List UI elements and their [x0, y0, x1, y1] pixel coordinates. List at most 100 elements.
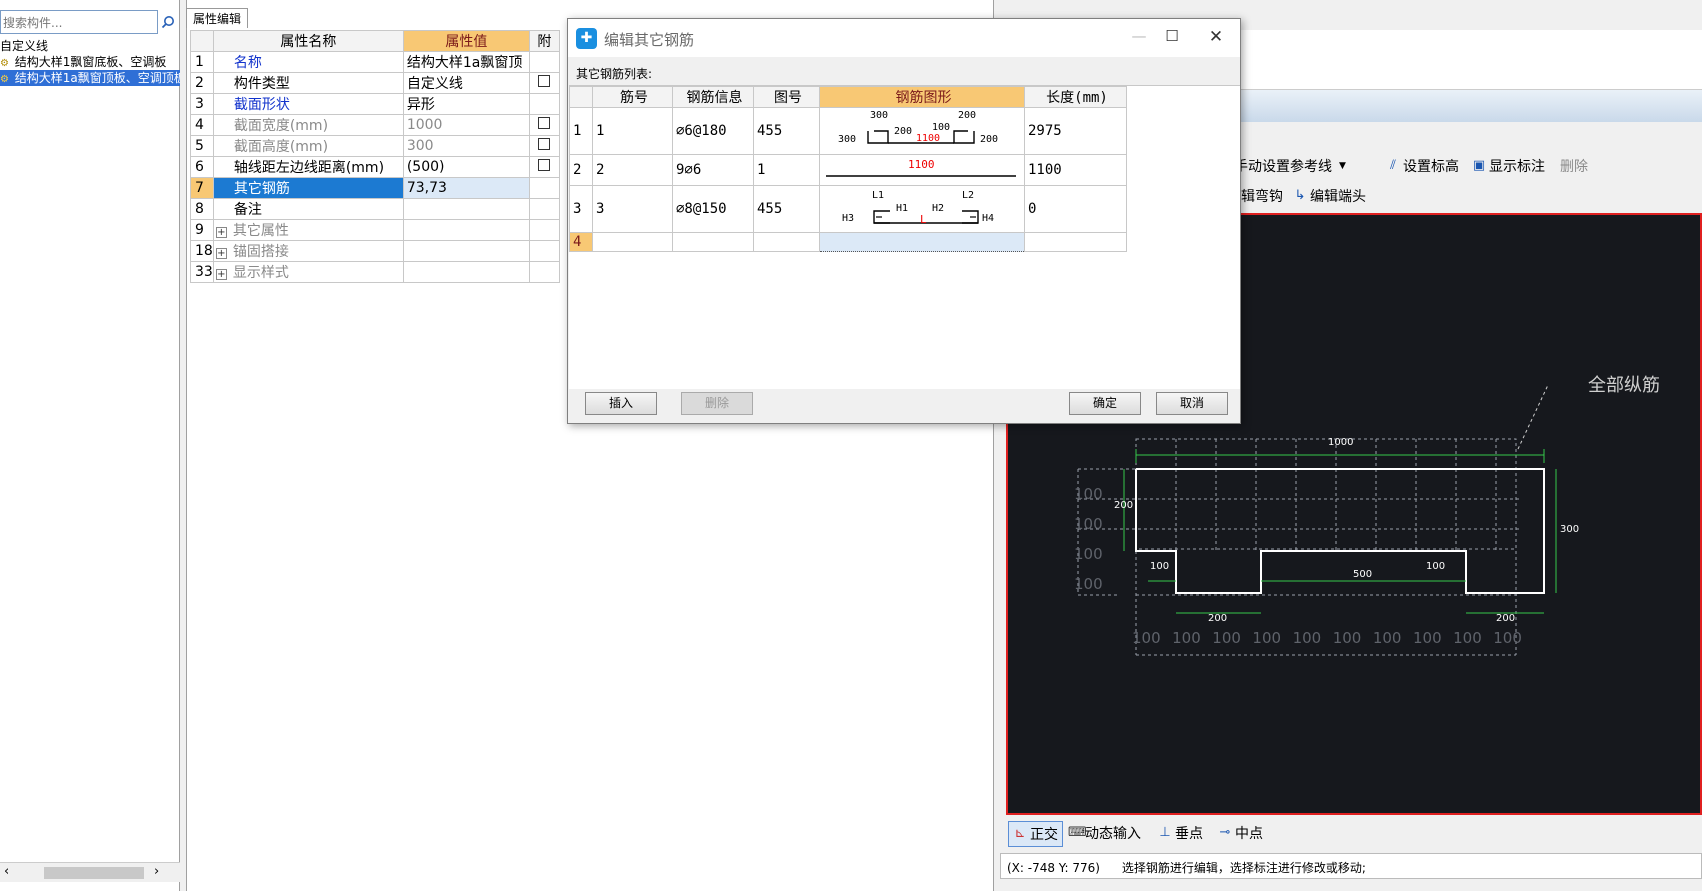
- property-name-cell[interactable]: 构件类型: [212, 72, 404, 94]
- dim-mid-label[interactable]: 500: [1353, 569, 1372, 580]
- search-input[interactable]: 搜索构件...: [0, 10, 158, 34]
- fig-no-cell[interactable]: 455: [753, 185, 820, 233]
- property-name-cell[interactable]: 其它钢筋: [212, 177, 404, 199]
- tree-item-1[interactable]: ⚙ 结构大样1飘窗底板、空调板: [0, 54, 180, 70]
- property-row[interactable]: 33 + 显示样式: [190, 261, 560, 283]
- property-value-cell[interactable]: [402, 219, 530, 241]
- property-name-cell[interactable]: 备注: [212, 198, 404, 220]
- close-icon[interactable]: ✕: [1201, 27, 1231, 47]
- property-name-cell[interactable]: + 其它属性: [212, 219, 404, 241]
- expand-icon[interactable]: +: [215, 269, 227, 280]
- show-dimension-button[interactable]: ▣ 显示标注: [1472, 156, 1545, 176]
- property-value-cell[interactable]: 1000: [402, 114, 530, 136]
- rebar-row[interactable]: 2 2 9⌀6 1 1100 1100: [569, 154, 1127, 186]
- manual-ref-line-button[interactable]: 手动设置参考线 ▼: [1234, 156, 1346, 176]
- edit-hook-button[interactable]: 辑弯钩: [1241, 186, 1283, 206]
- ortho-toggle[interactable]: ⊾ 正交: [1008, 821, 1063, 847]
- bar-info-cell[interactable]: ⌀6@180: [672, 107, 754, 155]
- property-name-cell[interactable]: 截面高度(mm): [212, 135, 404, 157]
- bar-no-cell[interactable]: [592, 232, 673, 252]
- property-name-cell[interactable]: 截面宽度(mm): [212, 114, 404, 136]
- fig-no-cell[interactable]: [753, 232, 820, 252]
- bar-no-cell[interactable]: 1: [592, 107, 673, 155]
- delete-button[interactable]: 删除: [1560, 156, 1588, 176]
- property-value-cell[interactable]: [402, 198, 530, 220]
- scroll-left-icon[interactable]: ‹: [4, 864, 9, 879]
- bar-info-cell[interactable]: ⌀8@150: [672, 185, 754, 233]
- property-name-cell[interactable]: 截面形状: [212, 93, 404, 115]
- all-long-bars-label[interactable]: 全部纵筋: [1588, 371, 1660, 397]
- length-cell[interactable]: 1100: [1024, 154, 1127, 186]
- perpendicular-toggle[interactable]: ⊥ 垂点: [1158, 823, 1203, 843]
- extra-checkbox[interactable]: [538, 138, 551, 150]
- tab-property-edit[interactable]: 属性编辑: [186, 8, 249, 28]
- property-row[interactable]: 1 名称 结构大样1a飘窗顶: [190, 51, 560, 73]
- dropdown-arrow-icon[interactable]: ▼: [1339, 161, 1346, 171]
- shape-cell[interactable]: L1 L2 H1 H2 H3 H4 L: [819, 185, 1025, 233]
- property-row[interactable]: 2 构件类型 自定义线: [190, 72, 560, 94]
- property-row[interactable]: 9 + 其它属性: [190, 219, 560, 241]
- length-cell[interactable]: [1024, 232, 1127, 252]
- tree-item-2-selected[interactable]: ⚙ 结构大样1a飘窗顶板、空调顶板: [0, 70, 180, 86]
- midpoint-toggle[interactable]: ⊸ 中点: [1218, 823, 1263, 843]
- delete-row-button[interactable]: 删除: [681, 392, 753, 415]
- bar-no-cell[interactable]: 2: [592, 154, 673, 186]
- dim-right-label[interactable]: 300: [1560, 524, 1579, 535]
- length-cell[interactable]: 2975: [1024, 107, 1127, 155]
- tree-item-root[interactable]: 自定义线: [0, 38, 180, 54]
- insert-button[interactable]: 插入: [585, 392, 657, 415]
- property-value-cell[interactable]: 结构大样1a飘窗顶: [402, 51, 530, 73]
- extra-checkbox[interactable]: [538, 75, 551, 87]
- expand-icon[interactable]: +: [215, 227, 227, 238]
- dialog-titlebar[interactable]: ✚ 编辑其它钢筋 — ☐ ✕: [568, 19, 1240, 57]
- edit-end-button[interactable]: ↳ 编辑端头: [1293, 186, 1366, 206]
- rebar-row-new[interactable]: 4: [569, 232, 1127, 252]
- fig-no-cell[interactable]: 455: [753, 107, 820, 155]
- search-icon[interactable]: [158, 10, 178, 34]
- bar-info-cell[interactable]: [672, 232, 754, 252]
- property-value-cell[interactable]: 300: [402, 135, 530, 157]
- property-row[interactable]: 4 截面宽度(mm) 1000: [190, 114, 560, 136]
- shape-cell[interactable]: 300 200 100 200 300 200 1100: [819, 107, 1025, 155]
- property-row[interactable]: 18 + 锚固搭接: [190, 240, 560, 262]
- property-value-cell[interactable]: (500): [402, 156, 530, 178]
- property-name-cell[interactable]: 名称: [212, 51, 404, 73]
- scroll-thumb[interactable]: [44, 867, 144, 879]
- property-value-cell[interactable]: [402, 261, 530, 283]
- rebar-row[interactable]: 1 1 ⌀6@180 455 300 200 100 200 300 200 1…: [569, 107, 1127, 155]
- set-elevation-button[interactable]: ⫽ 设置标高: [1386, 156, 1459, 176]
- property-row[interactable]: 5 截面高度(mm) 300: [190, 135, 560, 157]
- maximize-icon[interactable]: ☐: [1157, 27, 1187, 45]
- length-cell[interactable]: 0: [1024, 185, 1127, 233]
- dim-notch-right-label[interactable]: 100: [1426, 561, 1445, 572]
- property-row[interactable]: 8 备注: [190, 198, 560, 220]
- dim-bottom-left-label[interactable]: 200: [1208, 613, 1227, 624]
- rebar-row[interactable]: 3 3 ⌀8@150 455 L1 L2 H1 H2 H3 H4 L 0: [569, 185, 1127, 233]
- bar-no-cell[interactable]: 3: [592, 185, 673, 233]
- property-value-cell[interactable]: 73,73: [402, 177, 530, 199]
- shape-cell[interactable]: 1100: [819, 154, 1025, 186]
- property-row[interactable]: 3 截面形状 异形: [190, 93, 560, 115]
- dim-bottom-right-label[interactable]: 200: [1496, 613, 1515, 624]
- bar-info-cell[interactable]: 9⌀6: [672, 154, 754, 186]
- dim-top-label[interactable]: 1000: [1328, 437, 1353, 448]
- ok-button[interactable]: 确定: [1069, 392, 1141, 415]
- property-value-cell[interactable]: 自定义线: [402, 72, 530, 94]
- extra-checkbox[interactable]: [538, 159, 551, 171]
- dim-left-label[interactable]: 200: [1114, 500, 1133, 511]
- property-value-cell[interactable]: 异形: [402, 93, 530, 115]
- fig-no-cell[interactable]: 1: [753, 154, 820, 186]
- cancel-button[interactable]: 取消: [1156, 392, 1228, 415]
- horizontal-scrollbar[interactable]: ‹ ›: [0, 862, 180, 882]
- property-row[interactable]: 7 其它钢筋 73,73: [190, 177, 560, 199]
- dim-notch-left-label[interactable]: 100: [1150, 561, 1169, 572]
- scroll-right-icon[interactable]: ›: [154, 864, 159, 879]
- property-name-cell[interactable]: + 显示样式: [212, 261, 404, 283]
- dynamic-input-toggle[interactable]: ⌨ 动态输入: [1068, 823, 1141, 843]
- extra-checkbox[interactable]: [538, 117, 551, 129]
- shape-cell-selected[interactable]: [819, 232, 1025, 252]
- minimize-icon[interactable]: —: [1124, 27, 1154, 45]
- property-row[interactable]: 6 轴线距左边线距离(mm) (500): [190, 156, 560, 178]
- expand-icon[interactable]: +: [215, 248, 227, 259]
- property-name-cell[interactable]: 轴线距左边线距离(mm): [212, 156, 404, 178]
